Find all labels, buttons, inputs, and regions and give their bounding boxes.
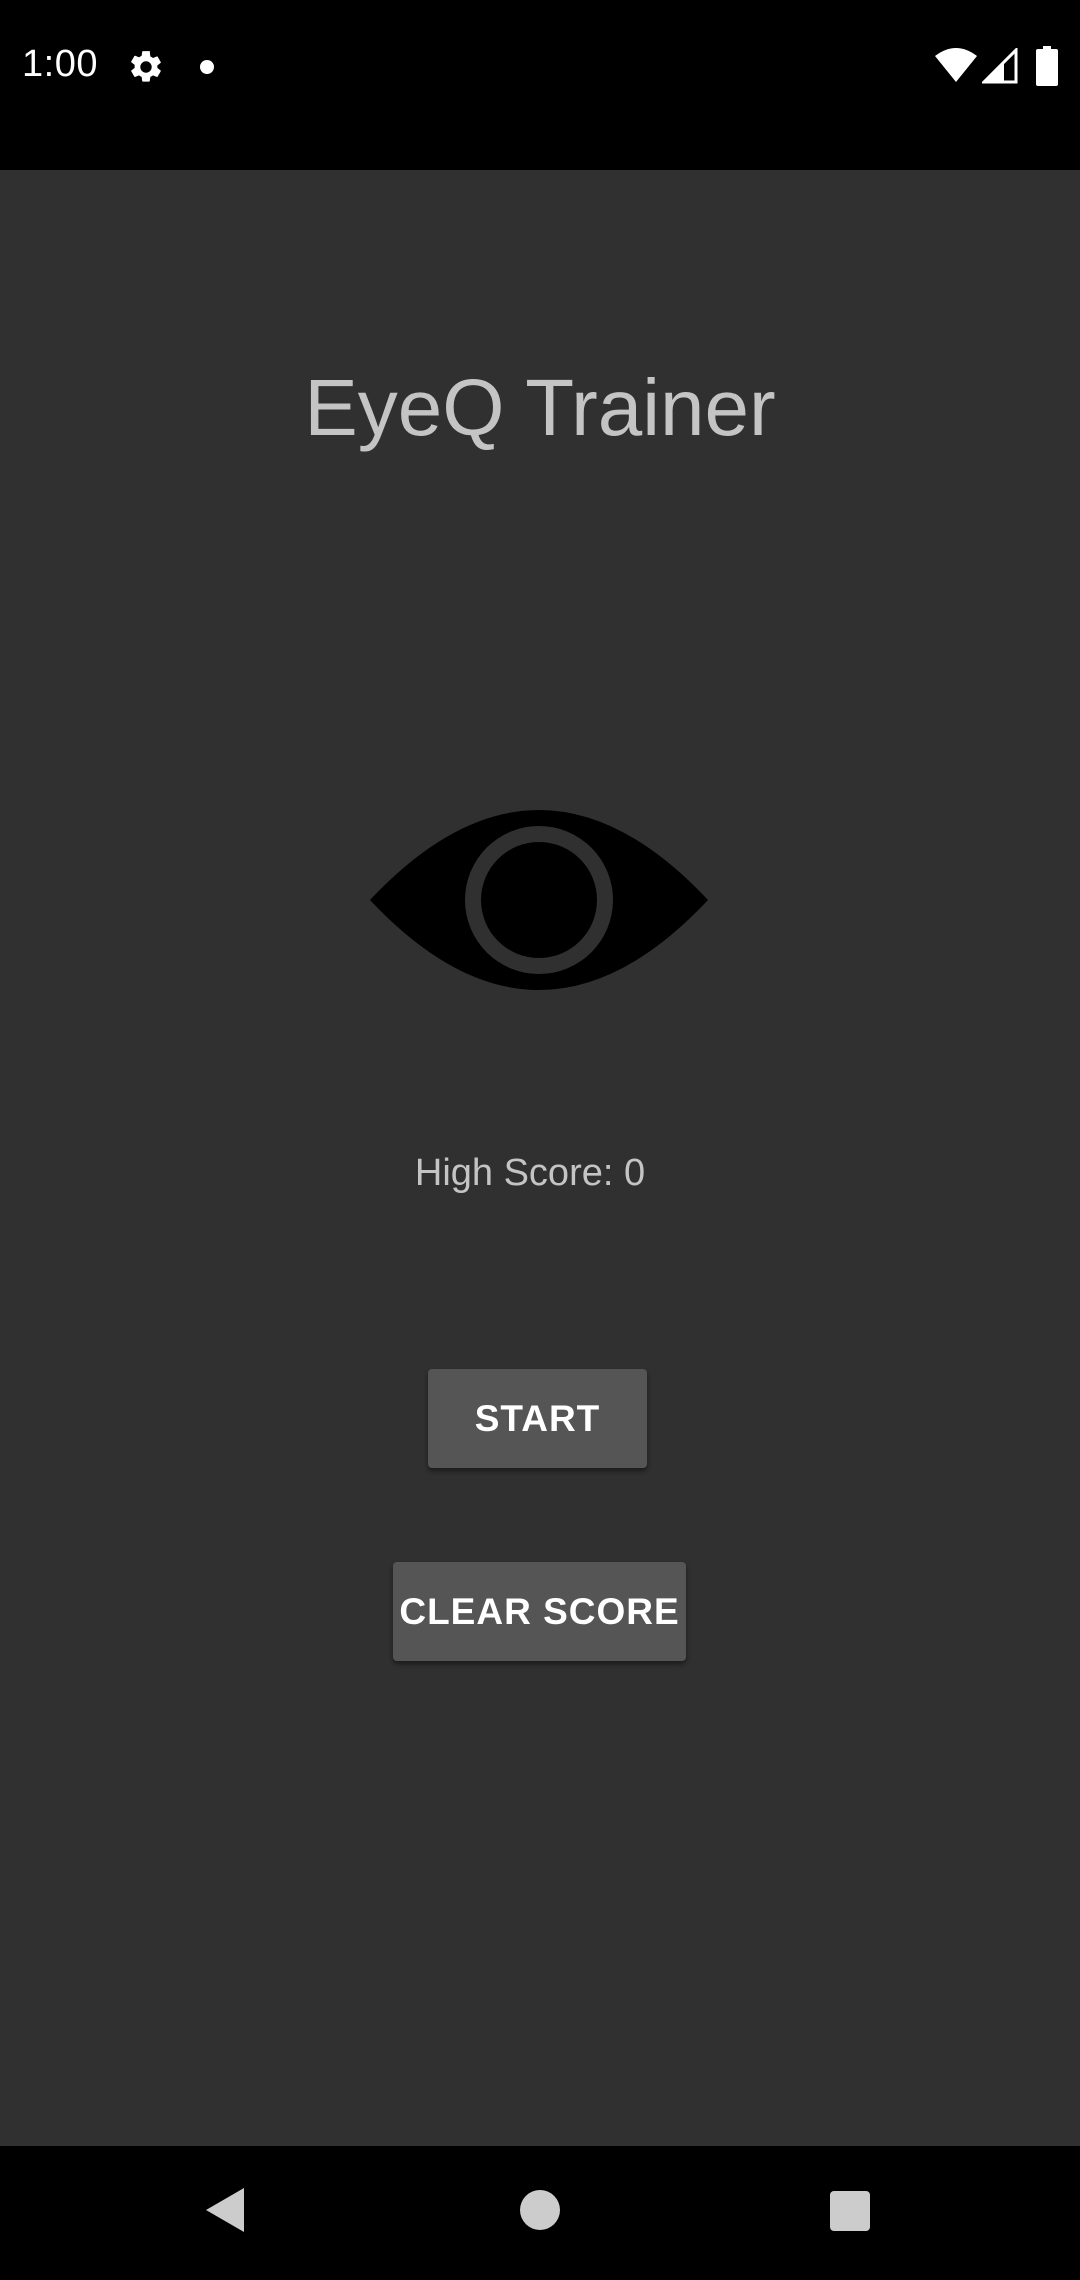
app-title: EyeQ Trainer [304, 363, 776, 452]
wifi-icon [935, 48, 977, 82]
eye-icon [370, 810, 708, 990]
cell-signal-icon [982, 48, 1018, 84]
navigation-bar [0, 2146, 1080, 2280]
recents-icon[interactable] [830, 2191, 870, 2231]
gear-icon [131, 51, 161, 82]
notification-dot-icon [200, 60, 214, 74]
high-score-label: High Score: 0 [414, 1152, 646, 1194]
start-button[interactable]: START [428, 1369, 647, 1468]
back-icon[interactable] [204, 2186, 246, 2234]
home-icon[interactable] [520, 2190, 560, 2230]
status-bar: 1:00 [0, 0, 1080, 170]
battery-icon [1036, 46, 1058, 86]
status-time: 1:00 [22, 43, 98, 85]
clear-score-button[interactable]: CLEAR SCORE [393, 1562, 686, 1661]
